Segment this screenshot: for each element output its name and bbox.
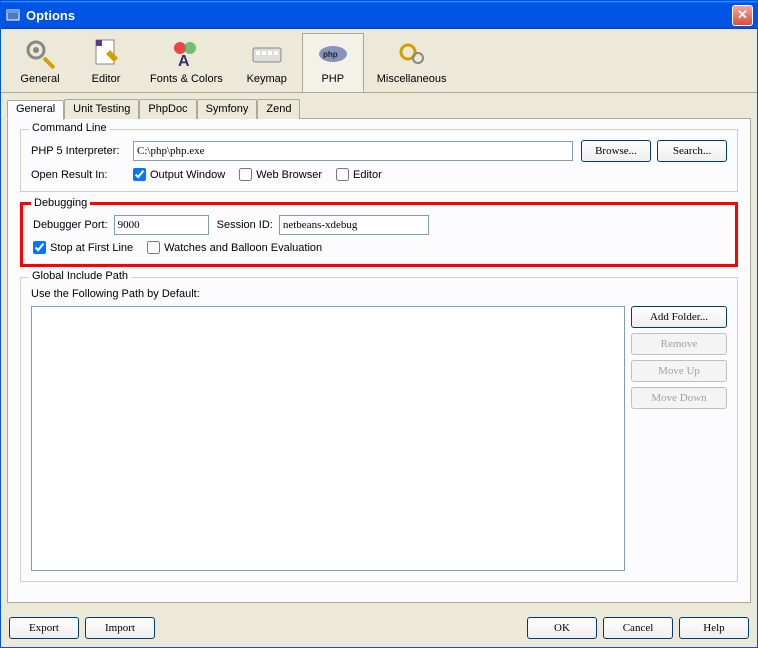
help-button[interactable]: Help [679, 617, 749, 639]
dialog-footer: Export Import OK Cancel Help [1, 609, 757, 647]
content-area: General Unit Testing PhpDoc Symfony Zend… [1, 93, 757, 609]
remove-button[interactable]: Remove [631, 333, 727, 355]
toolbar-label: General [20, 73, 59, 85]
default-path-label: Use the Following Path by Default: [31, 288, 200, 300]
group-legend: Command Line [29, 122, 110, 134]
tab-general[interactable]: General [7, 100, 64, 120]
group-legend: Global Include Path [29, 270, 131, 282]
tab-unit-testing[interactable]: Unit Testing [64, 99, 139, 119]
sub-tabs: General Unit Testing PhpDoc Symfony Zend [7, 99, 751, 119]
interpreter-label: PHP 5 Interpreter: [31, 145, 127, 157]
toolbar-label: Miscellaneous [377, 73, 447, 85]
toolbar-label: Keymap [247, 73, 287, 85]
browse-button[interactable]: Browse... [581, 140, 651, 162]
toolbar-editor[interactable]: Editor [75, 33, 137, 92]
svg-text:A: A [178, 53, 190, 70]
export-button[interactable]: Export [9, 617, 79, 639]
toolbar-general[interactable]: General [9, 33, 71, 92]
session-id-label: Session ID: [217, 219, 273, 231]
open-result-label: Open Result In: [31, 169, 127, 181]
search-button[interactable]: Search... [657, 140, 727, 162]
gear-wrench-icon [24, 38, 56, 70]
debugger-port-label: Debugger Port: [33, 219, 108, 231]
move-up-button[interactable]: Move Up [631, 360, 727, 382]
gears-icon [396, 38, 428, 70]
document-pencil-icon [90, 38, 122, 70]
toolbar-fonts-colors[interactable]: A Fonts & Colors [141, 33, 232, 92]
close-button[interactable]: ✕ [732, 5, 753, 26]
tab-panel-general: Command Line PHP 5 Interpreter: Browse..… [7, 118, 751, 603]
toolbar-label: Editor [92, 73, 121, 85]
php-icon: php [317, 38, 349, 70]
toolbar-misc[interactable]: Miscellaneous [368, 33, 456, 92]
tab-phpdoc[interactable]: PhpDoc [139, 99, 196, 119]
move-down-button[interactable]: Move Down [631, 387, 727, 409]
debugger-port-input[interactable] [114, 215, 209, 235]
titlebar: Options ✕ [1, 1, 757, 29]
cancel-button[interactable]: Cancel [603, 617, 673, 639]
stop-first-line-checkbox[interactable]: Stop at First Line [33, 241, 133, 254]
global-include-path-group: Global Include Path Use the Following Pa… [20, 277, 738, 582]
keyboard-icon [251, 38, 283, 70]
options-window: Options ✕ General Editor A Fonts & Color… [0, 0, 758, 648]
toolbar-keymap[interactable]: Keymap [236, 33, 298, 92]
tab-zend[interactable]: Zend [257, 99, 300, 119]
watches-balloon-checkbox[interactable]: Watches and Balloon Evaluation [147, 241, 322, 254]
add-folder-button[interactable]: Add Folder... [631, 306, 727, 328]
editor-checkbox[interactable]: Editor [336, 168, 382, 181]
category-toolbar: General Editor A Fonts & Colors Keymap p… [1, 29, 757, 93]
debugging-group: Debugging Debugger Port: Session ID: Sto… [20, 202, 738, 267]
fonts-colors-icon: A [170, 38, 202, 70]
interpreter-input[interactable] [133, 141, 573, 161]
toolbar-label: PHP [321, 73, 344, 85]
window-title: Options [26, 8, 732, 23]
include-path-list[interactable] [31, 306, 625, 571]
import-button[interactable]: Import [85, 617, 155, 639]
toolbar-php[interactable]: php PHP [302, 33, 364, 92]
ok-button[interactable]: OK [527, 617, 597, 639]
command-line-group: Command Line PHP 5 Interpreter: Browse..… [20, 129, 738, 192]
svg-text:php: php [323, 50, 338, 59]
session-id-input[interactable] [279, 215, 429, 235]
toolbar-label: Fonts & Colors [150, 73, 223, 85]
output-window-checkbox[interactable]: Output Window [133, 168, 225, 181]
tab-symfony[interactable]: Symfony [197, 99, 258, 119]
group-legend: Debugging [31, 197, 90, 209]
web-browser-checkbox[interactable]: Web Browser [239, 168, 322, 181]
app-icon [5, 7, 21, 23]
